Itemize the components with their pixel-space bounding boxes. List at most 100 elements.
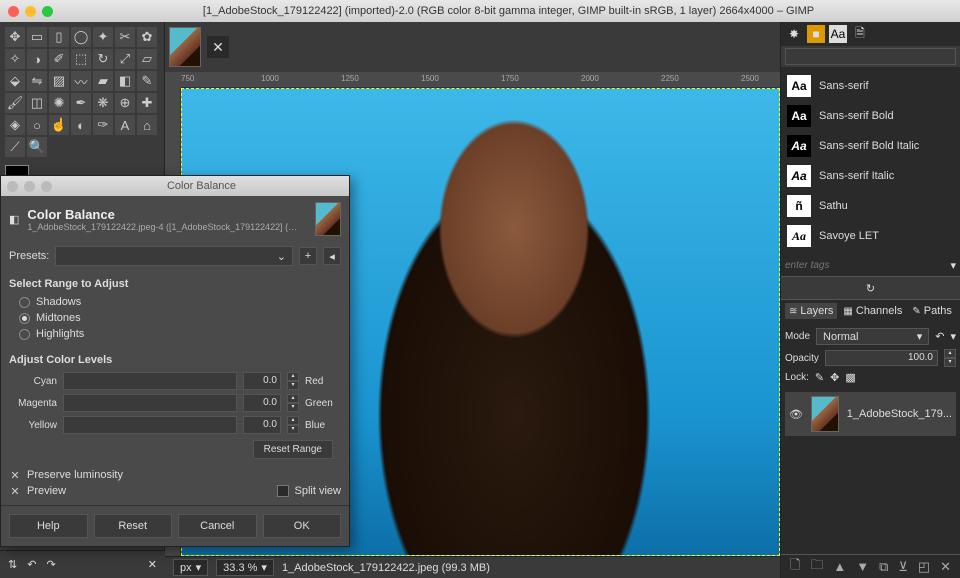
path-tool[interactable]: ✑ — [93, 115, 113, 135]
color-picker-tool[interactable]: ⌂ — [137, 115, 157, 135]
perspective-clone-tool[interactable]: ◈ — [5, 115, 25, 135]
font-item[interactable]: AaSans-serif Bold — [781, 101, 960, 131]
refresh-fonts-button[interactable]: ↻ — [781, 276, 960, 300]
warp-tool[interactable]: 〰 — [71, 71, 91, 91]
crop-tool[interactable]: ✐ — [49, 49, 69, 69]
presets-selector[interactable]: ⌄ — [55, 246, 293, 266]
lock-alpha-icon[interactable]: ▩ — [845, 371, 855, 384]
new-layer-icon[interactable]: 🗋 — [790, 556, 800, 578]
dodge-tool[interactable]: ◐ — [71, 115, 91, 135]
reset-range-button[interactable]: Reset Range — [253, 440, 333, 459]
perspective-tool[interactable]: ⬙ — [5, 71, 25, 91]
zoom-tool[interactable]: 🔍 — [27, 137, 47, 157]
clone-tool[interactable]: ⊕ — [115, 93, 135, 113]
image-tab-thumbnail[interactable] — [169, 27, 201, 67]
slider-track[interactable] — [63, 416, 237, 434]
opacity-spinner[interactable]: ▴▾ — [944, 349, 956, 367]
slider-track[interactable] — [63, 372, 237, 390]
pencil-tool[interactable]: ✎ — [137, 71, 157, 91]
bucket-fill-tool[interactable]: ▰ — [93, 71, 113, 91]
redo-icon[interactable]: ↷ — [46, 558, 55, 571]
unit-selector[interactable]: px ▾ — [173, 559, 208, 576]
zoom-window-button[interactable] — [42, 6, 53, 17]
slider-value[interactable]: 0.0 — [243, 416, 281, 434]
chevron-down-icon[interactable]: ▾ — [950, 330, 956, 343]
raise-layer-icon[interactable]: ▲ — [833, 559, 846, 574]
eraser-tool[interactable]: ◫ — [27, 93, 47, 113]
preserve-luminosity-row[interactable]: ✕ Preserve luminosity — [1, 467, 349, 483]
fuzzy-select-tool[interactable]: ✧ — [5, 49, 25, 69]
text-tool[interactable]: A — [115, 115, 135, 135]
slider-track[interactable] — [63, 394, 237, 412]
config-icon[interactable]: ⇅ — [8, 558, 17, 571]
measure-tool[interactable]: ⟋ — [5, 137, 25, 157]
mask-icon[interactable]: ◰ — [918, 559, 930, 575]
add-preset-button[interactable]: + — [299, 247, 317, 265]
font-item[interactable]: AaSans-serif Italic — [781, 161, 960, 191]
patterns-tab-icon[interactable]: ■ — [807, 25, 825, 43]
chevron-down-icon[interactable]: ▾ — [950, 259, 956, 272]
fonts-tab-icon[interactable]: Aa — [829, 25, 847, 43]
font-item[interactable]: AaSavoye LET — [781, 221, 960, 251]
font-filter-input[interactable] — [785, 48, 956, 65]
reset-button[interactable]: Reset — [94, 514, 173, 538]
unified-transform-tool[interactable]: ⬚ — [71, 49, 91, 69]
mypaint-tool[interactable]: ❋ — [93, 93, 113, 113]
merge-down-icon[interactable]: ⊻ — [898, 559, 908, 575]
shear-tool[interactable]: ▱ — [137, 49, 157, 69]
range-radio-shadows[interactable]: Shadows — [9, 294, 341, 310]
layers-tab[interactable]: ≋ Layers — [785, 303, 837, 319]
dialog-titlebar[interactable]: Color Balance — [1, 176, 349, 196]
minimize-window-button[interactable] — [25, 6, 36, 17]
align-tool[interactable]: ▭ — [27, 27, 47, 47]
lock-paint-icon[interactable]: ✎ — [815, 371, 824, 384]
smudge-tool[interactable]: ☝ — [49, 115, 69, 135]
scissors-tool[interactable]: ✂ — [115, 27, 135, 47]
flip-tool[interactable]: ⇋ — [27, 71, 47, 91]
blur-tool[interactable]: ○ — [27, 115, 47, 135]
split-view-row[interactable]: Split view — [277, 485, 341, 497]
heal-tool[interactable]: ✚ — [137, 93, 157, 113]
foreground-select-tool[interactable]: ✿ — [137, 27, 157, 47]
font-item[interactable]: ñSathu — [781, 191, 960, 221]
range-radio-highlights[interactable]: Highlights — [9, 326, 341, 342]
lock-move-icon[interactable]: ✥ — [830, 371, 839, 384]
gradient-tool[interactable]: ◧ — [115, 71, 135, 91]
channels-tab[interactable]: ▦ Channels — [839, 303, 906, 319]
by-color-select-tool[interactable]: ◑ — [27, 49, 47, 69]
delete-layer-icon[interactable]: ✕ — [940, 559, 951, 575]
paths-tab[interactable]: ✎ Paths — [908, 303, 956, 319]
rotate-tool[interactable]: ↻ — [93, 49, 113, 69]
close-window-button[interactable] — [8, 6, 19, 17]
slider-value[interactable]: 0.0 — [243, 394, 281, 412]
rect-select-tool[interactable]: ▯ — [49, 27, 69, 47]
airbrush-tool[interactable]: ✺ — [49, 93, 69, 113]
paintbrush-tool[interactable]: 🖌 — [5, 93, 25, 113]
range-radio-midtones[interactable]: Midtones — [9, 310, 341, 326]
ink-tool[interactable]: ✒ — [71, 93, 91, 113]
cancel-button[interactable]: Cancel — [178, 514, 257, 538]
layer-group-icon[interactable]: 🗀 — [810, 556, 823, 578]
slider-spinner[interactable]: ▴▾ — [287, 416, 299, 434]
cage-tool[interactable]: ▨ — [49, 71, 69, 91]
ellipse-select-tool[interactable]: ◯ — [71, 27, 91, 47]
tags-input[interactable] — [785, 260, 946, 271]
close-image-button[interactable]: ✕ — [207, 36, 229, 58]
delete-icon[interactable]: ✕ — [148, 558, 157, 571]
brushes-tab-icon[interactable]: ✸ — [785, 25, 803, 43]
visibility-icon[interactable]: 👁 — [789, 408, 803, 421]
lower-layer-icon[interactable]: ▼ — [856, 559, 869, 574]
switch-mode-icon[interactable]: ↶ — [935, 330, 944, 343]
opacity-slider[interactable]: 100.0 — [825, 350, 938, 366]
layer-item[interactable]: 👁 1_AdobeStock_179... — [785, 392, 956, 436]
slider-spinner[interactable]: ▴▾ — [287, 394, 299, 412]
free-select-tool[interactable]: ✦ — [93, 27, 113, 47]
undo-icon[interactable]: ↶ — [27, 558, 36, 571]
move-tool[interactable]: ✥ — [5, 27, 25, 47]
duplicate-layer-icon[interactable]: ⧉ — [879, 559, 888, 575]
preview-row[interactable]: ✕ Preview — [9, 485, 66, 497]
mode-selector[interactable]: Normal ▾ — [816, 328, 929, 345]
preset-menu-button[interactable]: ◂ — [323, 247, 341, 265]
scale-tool[interactable]: ⤢ — [115, 49, 135, 69]
font-item[interactable]: AaSans-serif — [781, 71, 960, 101]
